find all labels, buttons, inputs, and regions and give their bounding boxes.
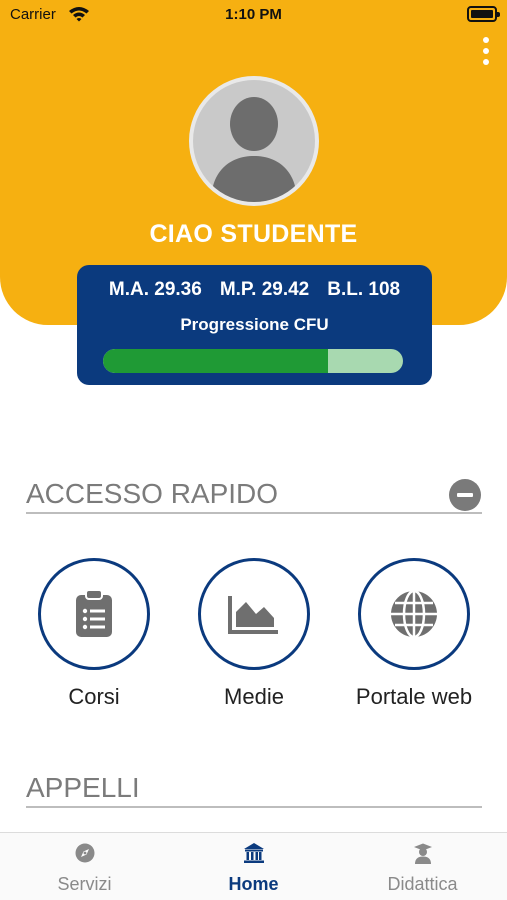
career-stats-card[interactable]: M.A. 29.36 M.P. 29.42 B.L. 108 Progressi… (77, 265, 432, 385)
collapse-section-button[interactable] (449, 479, 481, 511)
tab-servizi-label: Servizi (57, 874, 112, 894)
quick-access-corsi[interactable]: Corsi (38, 558, 150, 710)
more-options-icon[interactable] (481, 37, 491, 65)
tab-servizi[interactable]: Servizi (0, 833, 169, 900)
quick-access-corsi-label: Corsi (68, 684, 120, 709)
tab-didattica-label: Didattica (387, 874, 458, 894)
tab-didattica[interactable]: Didattica (338, 833, 507, 900)
quick-access-portale-web[interactable]: Portale web (356, 558, 472, 710)
media-ponderata: M.P. 29.42 (219, 279, 310, 300)
graduate-icon (413, 843, 432, 864)
progress-title: Progressione CFU (180, 315, 329, 334)
compass-icon (75, 843, 94, 863)
clipboard-list-icon (76, 589, 112, 637)
globe-icon (391, 589, 437, 639)
quick-access-medie[interactable]: Medie (198, 558, 310, 710)
quick-access-portale-web-label: Portale web (355, 684, 473, 709)
quick-access-portale-web-circle[interactable] (358, 558, 470, 670)
battery-icon (467, 6, 500, 22)
avatar (189, 76, 319, 206)
quick-access-medie-label: Medie (224, 684, 284, 709)
area-chart-icon (228, 596, 278, 634)
cfu-progress-bar (103, 349, 403, 373)
clock: 1:10 PM (225, 6, 282, 23)
quick-access-corsi-circle[interactable] (38, 558, 150, 670)
user-silhouette-icon (211, 97, 297, 202)
tab-home-label: Home (228, 874, 279, 894)
cfu-progress-fill (103, 349, 328, 373)
averages-row: M.A. 29.36 M.P. 29.42 B.L. 108 (77, 279, 432, 301)
tab-bar: Servizi Home Didattica (0, 832, 507, 900)
quick-access-medie-circle[interactable] (198, 558, 310, 670)
section-title-appelli: APPELLI (26, 772, 482, 808)
status-bar: Carrier 1:10 PM (0, 0, 507, 34)
section-title-accesso-rapido: ACCESSO RAPIDO (26, 478, 482, 514)
institution-icon (243, 843, 264, 863)
base-laurea: B.L. 108 (327, 279, 401, 300)
greeting-title: CIAO STUDENTE (149, 220, 358, 248)
media-aritmetica: M.A. 29.36 (108, 279, 202, 300)
tab-home[interactable]: Home (169, 833, 338, 900)
